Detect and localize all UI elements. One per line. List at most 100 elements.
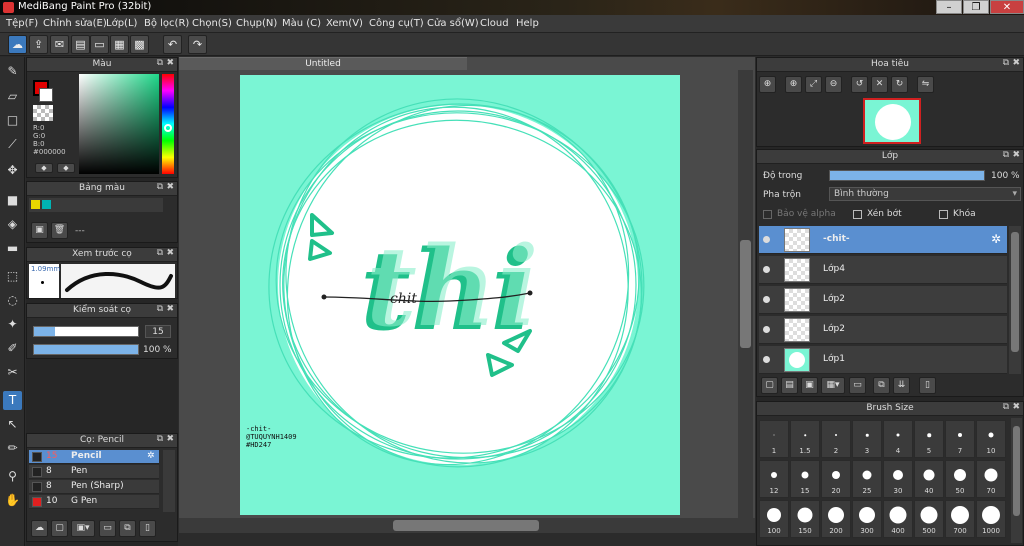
brush-size-option[interactable]: 300 [852, 500, 882, 538]
add-palette-icon[interactable]: ▣ [31, 222, 48, 239]
layer-row[interactable]: Lớp1 [759, 346, 1007, 374]
palette-swatch[interactable] [42, 200, 51, 209]
close-window-button[interactable]: ✕ [990, 0, 1024, 14]
menu-select[interactable]: Chọn(S) [192, 18, 232, 29]
cloud-brush-icon[interactable]: ☁ [31, 520, 48, 537]
saturation-value-picker[interactable] [79, 74, 159, 174]
close-panel-icon[interactable]: ✖ [166, 248, 174, 258]
brush-size-option[interactable]: 700 [945, 500, 975, 538]
brush-size-option[interactable]: 1.5 [790, 420, 820, 458]
duplicate-brush-icon[interactable]: ⧉ [119, 520, 136, 537]
merge-layer-icon[interactable]: ⇊ [893, 377, 910, 394]
layer-scroll-thumb[interactable] [1011, 232, 1019, 352]
blur-tool-icon[interactable]: ✏ [3, 439, 22, 458]
protect-alpha-checkbox[interactable] [763, 210, 772, 219]
clipping-checkbox[interactable] [853, 210, 862, 219]
close-panel-icon[interactable]: ✖ [1012, 58, 1020, 68]
visibility-eye-icon[interactable] [763, 266, 770, 273]
lock-checkbox[interactable] [939, 210, 948, 219]
delete-palette-icon[interactable]: 🗑 [51, 222, 68, 239]
brush-size-option[interactable]: 15 [790, 460, 820, 498]
blend-mode-select[interactable]: Bình thường ▾ [829, 187, 1021, 201]
layer-settings-gear-icon[interactable]: ✲ [991, 232, 1001, 246]
brush-size-option[interactable]: 7 [945, 420, 975, 458]
eyedropper-tool-icon[interactable]: ⚲ [3, 467, 22, 486]
rectangle-tool-icon[interactable]: □ [3, 111, 22, 130]
maximize-button[interactable]: ❐ [963, 0, 989, 14]
new-brush-icon[interactable]: ▢ [51, 520, 68, 537]
menu-cloud[interactable]: Cloud [480, 18, 509, 29]
menu-tools[interactable]: Công cụ(T) [369, 18, 424, 29]
brush-size-option[interactable]: 2 [821, 420, 851, 458]
menu-edit[interactable]: Chỉnh sửa(E) [43, 18, 107, 29]
layer-row[interactable]: -chit- ✲ [759, 226, 1007, 254]
brush-folder-icon[interactable]: ▭ [99, 520, 116, 537]
menu-window[interactable]: Cửa sổ(W) [427, 18, 479, 29]
gradient-tool-icon[interactable]: ▬ [3, 239, 22, 258]
move-tool-icon[interactable]: ✥ [3, 161, 22, 180]
canvas-vertical-scrollbar[interactable] [738, 70, 753, 518]
menu-layer[interactable]: Lớp(L) [106, 18, 137, 29]
brush-size-option[interactable]: 20 [821, 460, 851, 498]
brush-size-scrollbar[interactable] [1011, 418, 1022, 543]
new-halftone-layer-icon[interactable]: ▤ [781, 377, 798, 394]
brush-item-pen-sharp[interactable]: 8 Pen (Sharp) [29, 480, 159, 494]
new-8bit-layer-icon[interactable]: ▣ [801, 377, 818, 394]
menu-filter[interactable]: Bộ lọc(R) [144, 18, 189, 29]
select-rect-tool-icon[interactable]: ⬚ [3, 267, 22, 286]
close-panel-icon[interactable]: ✖ [166, 182, 174, 192]
brush-size-value[interactable]: 15 [145, 325, 171, 338]
artwork-canvas[interactable]: thi thi chit -chit- @TUQUYNH1409 #HD247 [240, 75, 680, 515]
menu-capture[interactable]: Chụp(N) [236, 18, 277, 29]
brush-tool-icon[interactable]: ✎ [3, 62, 22, 81]
brush-size-scroll-thumb[interactable] [1013, 426, 1020, 516]
menu-color[interactable]: Màu (C) [282, 18, 321, 29]
menu-view[interactable]: Xem(V) [326, 18, 363, 29]
eraser-tool-icon[interactable]: ▱ [3, 87, 22, 106]
brush-size-option[interactable]: 50 [945, 460, 975, 498]
magic-wand-tool-icon[interactable]: ✦ [3, 315, 22, 334]
delete-brush-icon[interactable]: ▯ [139, 520, 156, 537]
document-icon[interactable]: ▭ [90, 35, 109, 54]
zoom-fit-icon[interactable]: ⊕ [759, 76, 776, 93]
brush-size-option[interactable]: 400 [883, 500, 913, 538]
close-panel-icon[interactable]: ✖ [166, 58, 174, 68]
color-swap-button[interactable]: ◆ [57, 163, 75, 173]
chat-icon[interactable]: ▤ [71, 35, 90, 54]
operation-tool-icon[interactable]: ↖ [3, 415, 22, 434]
undock-icon[interactable]: ⧉ [157, 182, 163, 192]
undock-icon[interactable]: ⧉ [157, 304, 163, 314]
undock-icon[interactable]: ⧉ [1003, 402, 1009, 412]
layer-folder-icon[interactable]: ▭ [849, 377, 866, 394]
brush-size-option[interactable]: 1000 [976, 500, 1006, 538]
menu-file[interactable]: Tệp(F) [6, 18, 38, 29]
add-layer-dropdown-icon[interactable]: ▦▾ [821, 377, 845, 394]
brush-size-option[interactable]: 25 [852, 460, 882, 498]
minimize-button[interactable]: – [936, 0, 962, 14]
brush-size-option[interactable]: 500 [914, 500, 944, 538]
background-color-swatch[interactable] [39, 88, 53, 102]
undock-icon[interactable]: ⧉ [1003, 150, 1009, 160]
undock-icon[interactable]: ⧉ [157, 248, 163, 258]
new-layer-icon[interactable]: ▢ [761, 377, 778, 394]
brush-size-option[interactable]: 40 [914, 460, 944, 498]
undock-icon[interactable]: ⧉ [1003, 58, 1009, 68]
brush-size-option[interactable]: 5 [914, 420, 944, 458]
brush-size-option[interactable]: 3 [852, 420, 882, 458]
brush-size-option[interactable]: 100 [759, 500, 789, 538]
close-panel-icon[interactable]: ✖ [1012, 402, 1020, 412]
close-panel-icon[interactable]: ✖ [166, 304, 174, 314]
close-panel-icon[interactable]: ✖ [166, 434, 174, 444]
brush-size-option[interactable]: 12 [759, 460, 789, 498]
brush-settings-gear-icon[interactable]: ✲ [147, 450, 155, 463]
layer-opacity-slider[interactable] [829, 170, 985, 181]
palette-swatch[interactable] [31, 200, 40, 209]
brush-list-scrollbar[interactable] [163, 450, 175, 512]
undock-icon[interactable]: ⧉ [157, 434, 163, 444]
undock-icon[interactable]: ⧉ [157, 58, 163, 68]
brush-size-option[interactable]: 10 [976, 420, 1006, 458]
document-tab[interactable]: Untitled [179, 57, 467, 70]
rotate-left-icon[interactable]: ↺ [851, 76, 868, 93]
layer-row[interactable]: Lớp2 [759, 316, 1007, 344]
vertical-scroll-thumb[interactable] [740, 240, 751, 348]
